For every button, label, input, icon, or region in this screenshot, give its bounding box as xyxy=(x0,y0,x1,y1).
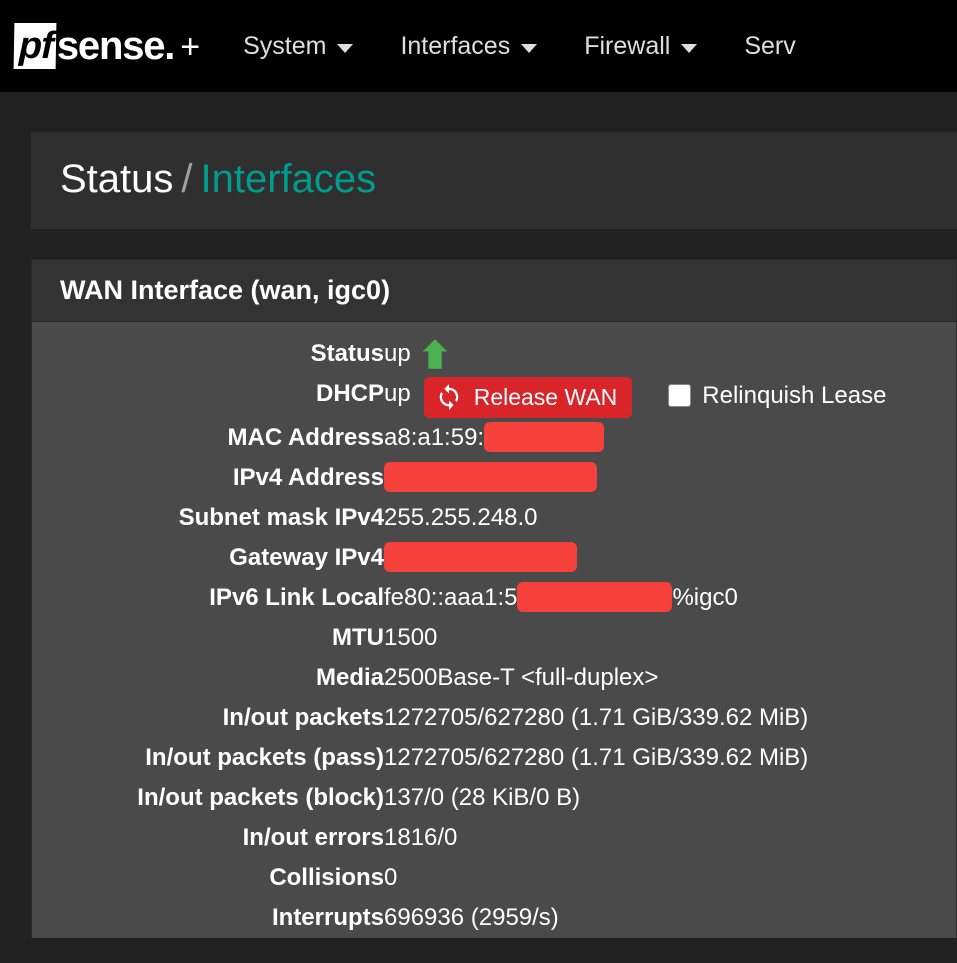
mac-address-text: a8:a1:59: xyxy=(384,424,485,452)
nav-item-services-label: Serv xyxy=(744,31,796,60)
ipv6-link-local-prefix: fe80::aaa1:5 xyxy=(384,584,518,612)
row-label-collisions: Collisions xyxy=(269,864,384,892)
redaction-bar-ipv4 xyxy=(384,462,597,493)
breadcrumb-current[interactable]: Interfaces xyxy=(201,157,377,201)
row-label-status: Status xyxy=(310,340,384,368)
brand-sense-text: sense. xyxy=(56,23,176,68)
nav-item-services[interactable]: Serv xyxy=(744,32,795,61)
row-label-in-out-packets-block: In/out packets (block) xyxy=(137,784,384,812)
brand-pf-mark: pf xyxy=(13,23,57,69)
breadcrumb: Status / Interfaces xyxy=(60,159,957,199)
table-row-ipv4-address: IPv4 Address xyxy=(32,458,956,498)
row-value-mtu: 1500 xyxy=(384,624,438,652)
row-value-collisions: 0 xyxy=(384,864,398,892)
refresh-icon xyxy=(435,383,463,411)
row-label-ipv6-link-local: IPv6 Link Local xyxy=(209,584,384,612)
table-row-in-out-packets: In/out packets 1272705/627280 (1.71 GiB/… xyxy=(32,698,956,738)
nav-item-interfaces-label: Interfaces xyxy=(400,31,511,60)
row-value-ipv4-address xyxy=(384,458,956,498)
table-row-collisions: Collisions 0 xyxy=(32,858,956,898)
row-label-mac-address: MAC Address xyxy=(227,424,384,452)
nav-item-firewall[interactable]: Firewall xyxy=(584,31,698,61)
top-navbar: pf sense. + System Interfaces Firewall Ser… xyxy=(0,0,957,92)
brand-plus-mark: + xyxy=(180,28,200,66)
row-label-mtu: MTU xyxy=(332,624,384,652)
row-value-in-out-packets: 1272705/627280 (1.71 GiB/339.62 MiB) xyxy=(384,704,809,732)
row-value-in-out-packets-pass: 1272705/627280 (1.71 GiB/339.62 MiB) xyxy=(384,744,809,772)
row-value-media: 2500Base-T <full-duplex> xyxy=(384,664,659,692)
row-label-interrupts: Interrupts xyxy=(271,904,384,932)
nav-item-interfaces[interactable]: Interfaces xyxy=(400,31,538,61)
row-label-gateway-ipv4: Gateway IPv4 xyxy=(229,544,384,572)
breadcrumb-separator: / xyxy=(181,157,193,201)
row-label-ipv4-address: IPv4 Address xyxy=(232,464,384,492)
row-label-in-out-errors: In/out errors xyxy=(242,824,384,852)
row-value-ipv6-link-local: fe80::aaa1:5 %igc0 xyxy=(384,578,956,618)
breadcrumb-panel: Status / Interfaces xyxy=(31,132,957,229)
table-row-dhcp: DHCP up Release WAN Relinquish Lease xyxy=(32,374,956,419)
panel-heading: WAN Interface (wan, igc0) xyxy=(32,260,956,323)
relinquish-lease-label[interactable]: Relinquish Lease xyxy=(702,376,886,416)
chevron-down-icon xyxy=(337,43,354,53)
release-wan-button[interactable]: Release WAN xyxy=(423,377,633,419)
brand-logo-text: pf sense. + xyxy=(13,23,200,69)
row-label-subnet-mask-ipv4: Subnet mask IPv4 xyxy=(178,504,384,532)
row-value-subnet-mask-ipv4: 255.255.248.0 xyxy=(384,504,538,532)
relinquish-lease-checkbox[interactable] xyxy=(668,384,692,408)
page-content: Status / Interfaces WAN Interface (wan, ig… xyxy=(0,92,957,939)
nav-item-firewall-label: Firewall xyxy=(584,31,671,60)
redaction-bar-gateway xyxy=(384,542,577,573)
redaction-bar-ipv6 xyxy=(517,582,673,613)
panel-body: Status up DHCP up Release WAN Relinquish L… xyxy=(32,322,956,938)
row-value-in-out-packets-block: 137/0 (28 KiB/0 B) xyxy=(384,784,581,812)
page-title: WAN Interface (wan, igc0) xyxy=(60,275,391,305)
status-value-group: up xyxy=(384,334,450,374)
chevron-down-icon xyxy=(681,43,698,53)
table-row-mtu: MTU 1500 xyxy=(32,618,956,658)
row-value-mac-address: a8:a1:59: xyxy=(384,418,956,458)
status-text: up xyxy=(384,340,411,368)
row-value-dhcp: up Release WAN Relinquish Lease xyxy=(384,374,956,419)
arrow-up-icon xyxy=(420,338,450,370)
row-label-dhcp: DHCP xyxy=(315,380,384,408)
row-value-gateway-ipv4 xyxy=(384,538,956,578)
table-row-mac-address: MAC Address a8:a1:59: xyxy=(32,418,956,458)
ipv6-link-local-suffix: %igc0 xyxy=(672,584,738,612)
nav-item-system-label: System xyxy=(243,31,327,60)
table-row-status: Status up xyxy=(32,334,956,374)
row-value-in-out-errors: 1816/0 xyxy=(384,824,458,852)
table-row-interrupts: Interrupts 696936 (2959/s) xyxy=(32,898,956,938)
wan-interface-panel: WAN Interface (wan, igc0) Status up DHCP… xyxy=(31,259,957,939)
pfsense-logo[interactable]: pf sense. + xyxy=(13,23,200,69)
row-value-interrupts: 696936 (2959/s) xyxy=(384,904,559,932)
interface-details-table: Status up DHCP up Release WAN Relinquish L… xyxy=(32,334,956,938)
chevron-down-icon xyxy=(521,43,538,53)
redaction-bar-mac xyxy=(484,422,605,453)
row-label-media: Media xyxy=(315,664,384,692)
row-label-in-out-packets: In/out packets xyxy=(222,704,384,732)
row-label-in-out-packets-pass: In/out packets (pass) xyxy=(145,744,384,772)
dhcp-status-text: up xyxy=(384,380,411,408)
breadcrumb-root[interactable]: Status xyxy=(60,157,173,201)
nav-item-system[interactable]: System xyxy=(243,31,354,61)
table-row-in-out-errors: In/out errors 1816/0 xyxy=(32,818,956,858)
table-row-gateway-ipv4: Gateway IPv4 xyxy=(32,538,956,578)
table-row-ipv6-link-local: IPv6 Link Local fe80::aaa1:5 %igc0 xyxy=(32,578,956,618)
navbar-menu: System Interfaces Firewall Serv xyxy=(243,32,957,61)
table-row-in-out-packets-pass: In/out packets (pass) 1272705/627280 (1.… xyxy=(32,738,956,778)
table-row-subnet-mask-ipv4: Subnet mask IPv4 255.255.248.0 xyxy=(32,498,956,538)
table-row-in-out-packets-block: In/out packets (block) 137/0 (28 KiB/0 B… xyxy=(32,778,956,818)
relinquish-lease-group[interactable]: Relinquish Lease xyxy=(668,376,886,416)
row-value-status: up xyxy=(384,334,956,374)
table-row-media: Media 2500Base-T <full-duplex> xyxy=(32,658,956,698)
release-wan-button-label: Release WAN xyxy=(473,383,618,410)
